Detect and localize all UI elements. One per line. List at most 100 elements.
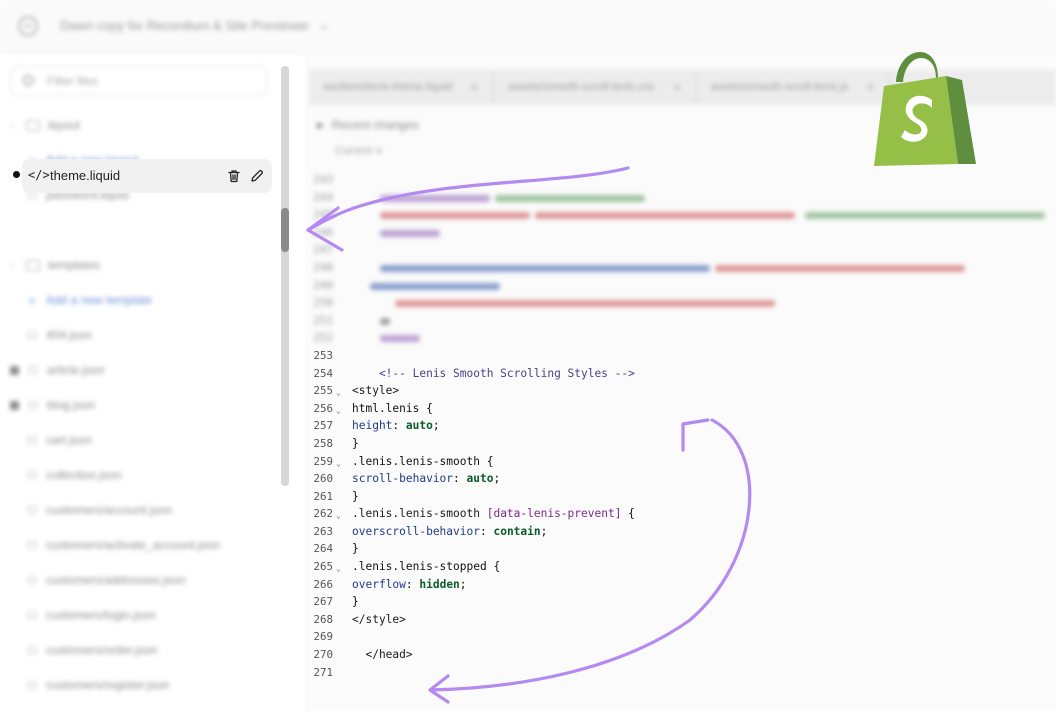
code-line[interactable]: 256 ⌄ html.lenis { — [305, 400, 1056, 418]
editor-tab-label: assets/smooth-scroll-lenis.css — [508, 81, 655, 93]
line-number: 266 — [313, 577, 333, 591]
code-line: 246 — [305, 224, 1056, 242]
code-icon: {} — [26, 609, 39, 621]
sidebar-folder[interactable]: › layout — [10, 114, 80, 136]
chevron-icon: › — [10, 259, 14, 271]
code-line[interactable]: 264} — [305, 540, 1056, 558]
code-line: 250 — [305, 294, 1056, 312]
folder-icon — [10, 365, 19, 375]
line-number: 249 — [313, 278, 333, 292]
line-number: 263 — [313, 524, 333, 538]
code-line[interactable]: 269 — [305, 628, 1056, 646]
visible-code-lines: 253 254 <!-- Lenis Smooth Scrolling Style… — [305, 347, 1056, 681]
chevron-down-icon[interactable]: ⌄ — [318, 16, 330, 33]
line-number: 253 — [313, 348, 333, 362]
code-line[interactable]: 262 ⌄ .lenis.lenis-smooth [data-lenis-prev… — [305, 505, 1056, 523]
line-number: 268 — [313, 612, 333, 626]
filter-placeholder: Filter files — [47, 74, 99, 88]
code-line[interactable]: 265 ⌄ .lenis.lenis-stopped { — [305, 558, 1056, 576]
line-number: 265 — [313, 560, 333, 574]
code-line[interactable]: 270 </head> — [305, 646, 1056, 664]
recent-changes[interactable]: ▶ Recent changes — [317, 118, 419, 132]
sidebar-item-label: Add a new template — [46, 293, 153, 307]
code-text: } — [352, 489, 359, 503]
line-number: 245 — [313, 208, 333, 222]
sidebar-item-label: customers/activate_account.json — [46, 538, 221, 552]
sidebar-scrollbar[interactable] — [281, 66, 289, 486]
code-line: 243 — [305, 171, 1056, 189]
line-number: 267 — [313, 595, 333, 609]
code-line[interactable]: 253 — [305, 347, 1056, 365]
code-line[interactable]: 254 <!-- Lenis Smooth Scrolling Styles -… — [305, 365, 1056, 383]
line-number: 254 — [313, 366, 333, 380]
filter-files-input[interactable]: Filter files — [10, 66, 268, 96]
sidebar-file[interactable]: {} 404.json — [10, 324, 91, 346]
editor-tab-label: sections/lenis-theme.liquid — [323, 81, 453, 93]
code-line[interactable]: 258} — [305, 435, 1056, 453]
sidebar-item-theme-liquid[interactable]: </> theme.liquid — [22, 159, 272, 193]
sidebar-file[interactable]: {} article.json — [10, 359, 104, 381]
sidebar-file[interactable]: {} blog.json — [10, 394, 95, 416]
pencil-icon[interactable] — [249, 168, 265, 184]
editor-tab[interactable]: sections/lenis-theme.liquid ✕ — [309, 70, 495, 104]
code-line[interactable]: 263 overscroll-behavior: contain; — [305, 523, 1056, 541]
code-icon: {} — [26, 504, 39, 516]
code-text: <style> — [352, 384, 400, 398]
code-line[interactable]: 255 ⌄ <style> — [305, 382, 1056, 400]
code-line[interactable]: 260 scroll-behavior: auto; — [305, 470, 1056, 488]
sidebar-file[interactable]: {} customers/register.json — [10, 674, 169, 696]
code-line[interactable]: 261} — [305, 488, 1056, 506]
line-number: 262 — [313, 507, 333, 521]
line-number: 261 — [313, 489, 333, 503]
code-icon: {} — [26, 679, 39, 691]
code-line: 252 — [305, 329, 1056, 347]
sidebar-file[interactable]: {} customers/login.json — [10, 604, 155, 626]
sidebar-item-label: customers/order.json — [46, 643, 158, 657]
code-line[interactable]: 268 </style> — [305, 611, 1056, 629]
sidebar-scrollbar-thumb[interactable] — [281, 208, 289, 252]
line-number: 259 — [313, 454, 333, 468]
code-text: } — [352, 436, 359, 450]
code-icon: {} — [26, 539, 39, 551]
code-line[interactable]: 267} — [305, 593, 1056, 611]
folder-icon — [26, 259, 40, 271]
code-text: </style> — [352, 612, 406, 626]
line-number: 252 — [313, 331, 333, 345]
plus-icon: + — [28, 292, 36, 308]
sidebar-item-label: customers/addresses.json — [46, 573, 186, 587]
close-icon[interactable]: ✕ — [672, 81, 681, 94]
sidebar-file[interactable]: {} customers/activate_account.json — [10, 534, 220, 556]
code-text: <!-- Lenis Smooth Scrolling Styles --> — [352, 366, 635, 380]
line-number: 255 — [313, 384, 333, 398]
chevron-icon: ▶ — [317, 119, 324, 130]
sidebar-file[interactable]: {} cart.json — [10, 429, 91, 451]
exit-icon[interactable] — [18, 16, 38, 36]
line-number: 256 — [313, 401, 333, 415]
sidebar-file[interactable]: {} customers/addresses.json — [10, 569, 185, 591]
trash-icon[interactable] — [226, 168, 242, 184]
sidebar-file[interactable]: {} collection.json — [10, 464, 121, 486]
sidebar-file[interactable]: {} customers/account.json — [10, 499, 172, 521]
code-text: scroll-behavior: auto; — [352, 472, 501, 486]
sidebar-item-label: customers/register.json — [46, 678, 170, 692]
close-icon[interactable]: ✕ — [470, 81, 479, 94]
code-line[interactable]: 266 overflow: hidden; — [305, 576, 1056, 594]
code-text: .lenis.lenis-smooth { — [352, 454, 494, 468]
line-number: 270 — [313, 648, 333, 662]
sidebar-item-label: customers/login.json — [46, 608, 156, 622]
code-line[interactable]: 259 ⌄ .lenis.lenis-smooth { — [305, 453, 1056, 471]
code-line[interactable]: 257 height: auto; — [305, 417, 1056, 435]
sidebar-folder[interactable]: › templates — [10, 254, 100, 276]
code-text: } — [352, 595, 359, 609]
sidebar-file[interactable]: {} customers/order.json — [10, 639, 157, 661]
search-icon — [23, 75, 34, 86]
editor-tab[interactable]: assets/smooth-scroll-lenis.css ✕ — [494, 70, 697, 104]
editor-tab[interactable]: assets/smooth-scroll-lenis.js ✕ — [697, 70, 891, 104]
unsaved-dot — [13, 171, 20, 178]
code-line[interactable]: 271 — [305, 664, 1056, 682]
code-line: 251 — [305, 312, 1056, 330]
recent-changes-current[interactable]: Current ∨ — [335, 144, 383, 157]
sidebar-add-link[interactable]: + Add a new template — [10, 289, 152, 311]
code-icon: {} — [26, 329, 39, 341]
code-area[interactable]: 243 244 245 246 247 248 249 250 251 252 253 254 <!… — [305, 171, 1056, 681]
